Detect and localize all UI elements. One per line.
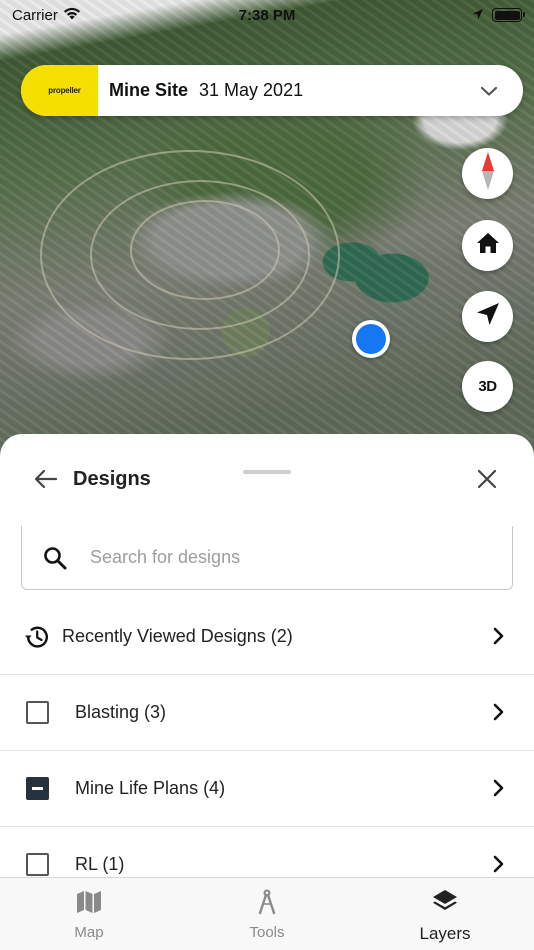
chevron-right-icon <box>488 626 508 646</box>
design-folder-label: Blasting (3) <box>75 702 167 722</box>
close-button[interactable] <box>474 468 500 494</box>
location-services-icon <box>472 7 484 24</box>
survey-date: 31 May 2021 <box>199 80 304 100</box>
battery-icon <box>492 8 525 22</box>
history-icon <box>24 624 50 650</box>
tab-label: Tools <box>249 924 285 941</box>
design-folder-row[interactable]: Blasting (3) <box>0 675 534 751</box>
layers-icon <box>431 888 459 916</box>
designs-list: Recently Viewed Designs (2) Blasting (3)… <box>0 599 534 877</box>
back-button[interactable] <box>33 468 59 494</box>
compass-icon <box>481 151 495 196</box>
tab-map[interactable]: Map <box>0 878 178 950</box>
propeller-logo: propeller <box>21 65 98 116</box>
3d-label: 3D <box>478 378 497 395</box>
checkbox[interactable] <box>26 853 49 876</box>
checkbox-partial[interactable] <box>26 777 49 800</box>
design-folder-row[interactable]: Mine Life Plans (4) <box>0 751 534 827</box>
search-input[interactable] <box>90 547 470 568</box>
search-icon <box>42 545 68 571</box>
logo-text: propeller <box>48 86 81 95</box>
design-folder-label: RL (1) <box>75 854 125 874</box>
design-folder-label: Mine Life Plans (4) <box>75 778 226 798</box>
search-field[interactable] <box>21 526 513 590</box>
map-icon <box>75 888 103 916</box>
home-icon <box>476 232 500 259</box>
sheet-title: Designs <box>73 468 151 490</box>
navigation-arrow-icon <box>476 302 500 331</box>
checkbox[interactable] <box>26 701 49 724</box>
designs-sheet: Designs Recently Viewed Designs (2) Blas… <box>0 434 534 877</box>
design-folder-row[interactable]: RL (1) <box>0 827 534 877</box>
current-location-marker <box>352 320 390 358</box>
tab-tools[interactable]: Tools <box>178 878 356 950</box>
compass-tool-icon <box>253 888 281 916</box>
chevron-down-icon[interactable] <box>480 85 498 97</box>
tab-bar: Map Tools Layers <box>0 877 534 950</box>
tab-label: Layers <box>419 924 471 943</box>
close-icon <box>477 469 497 494</box>
chevron-right-icon <box>488 778 508 798</box>
site-name: Mine Site <box>109 80 189 100</box>
tab-layers[interactable]: Layers <box>356 878 534 950</box>
arrow-left-icon <box>34 469 58 494</box>
3d-toggle-button[interactable]: 3D <box>462 361 513 412</box>
sheet-header: Designs <box>0 462 534 498</box>
chevron-right-icon <box>488 854 508 874</box>
home-button[interactable] <box>462 220 513 271</box>
status-bar: Carrier 7:38 PM <box>0 0 534 30</box>
recently-viewed-label: Recently Viewed Designs (2) <box>62 626 293 646</box>
site-selector[interactable]: propeller Mine Site 31 May 2021 <box>21 65 523 116</box>
wifi-icon <box>63 7 81 24</box>
chevron-right-icon <box>488 702 508 722</box>
carrier-label: Carrier <box>12 6 58 24</box>
compass-button[interactable] <box>462 148 513 199</box>
tab-label: Map <box>74 924 104 941</box>
clock: 7:38 PM <box>238 6 296 24</box>
recently-viewed-row[interactable]: Recently Viewed Designs (2) <box>0 599 534 675</box>
locate-button[interactable] <box>462 291 513 342</box>
